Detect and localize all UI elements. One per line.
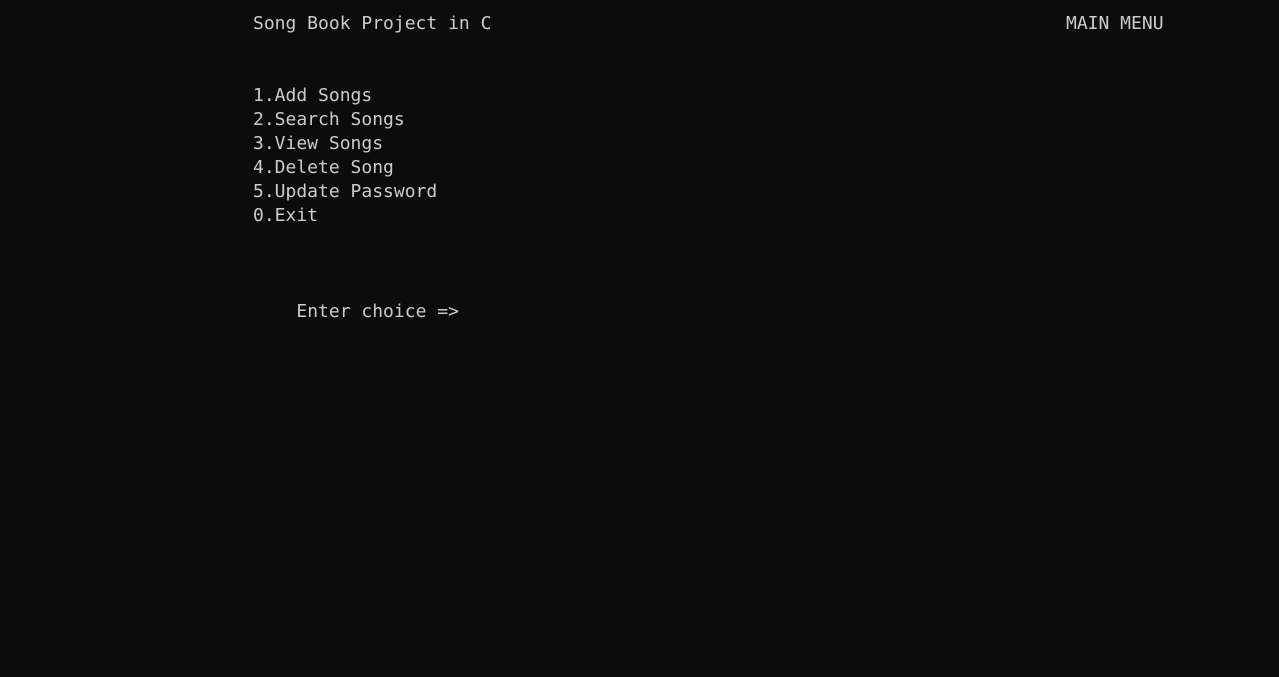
menu-option-delete-song: 4.Delete Song	[253, 157, 394, 178]
main-menu-label: MAIN MENU	[1066, 13, 1164, 34]
menu-option-update-password: 5.Update Password	[253, 181, 438, 202]
app-title: Song Book Project in C	[253, 13, 492, 34]
menu-option-view-songs: 3.View Songs	[253, 133, 384, 154]
console-window[interactable]: Song Book Project in C MAIN MENU 1.Add S…	[0, 0, 1279, 677]
choice-prompt-line: Enter choice =>	[253, 276, 459, 372]
menu-option-search-songs: 2.Search Songs	[253, 109, 405, 130]
menu-options-list: 1.Add Songs 2.Search Songs 3.View Songs …	[253, 84, 437, 228]
choice-input[interactable]	[296, 327, 306, 345]
choice-prompt: Enter choice =>	[296, 301, 459, 322]
menu-option-add-songs: 1.Add Songs	[253, 85, 373, 106]
menu-option-exit: 0.Exit	[253, 205, 319, 226]
